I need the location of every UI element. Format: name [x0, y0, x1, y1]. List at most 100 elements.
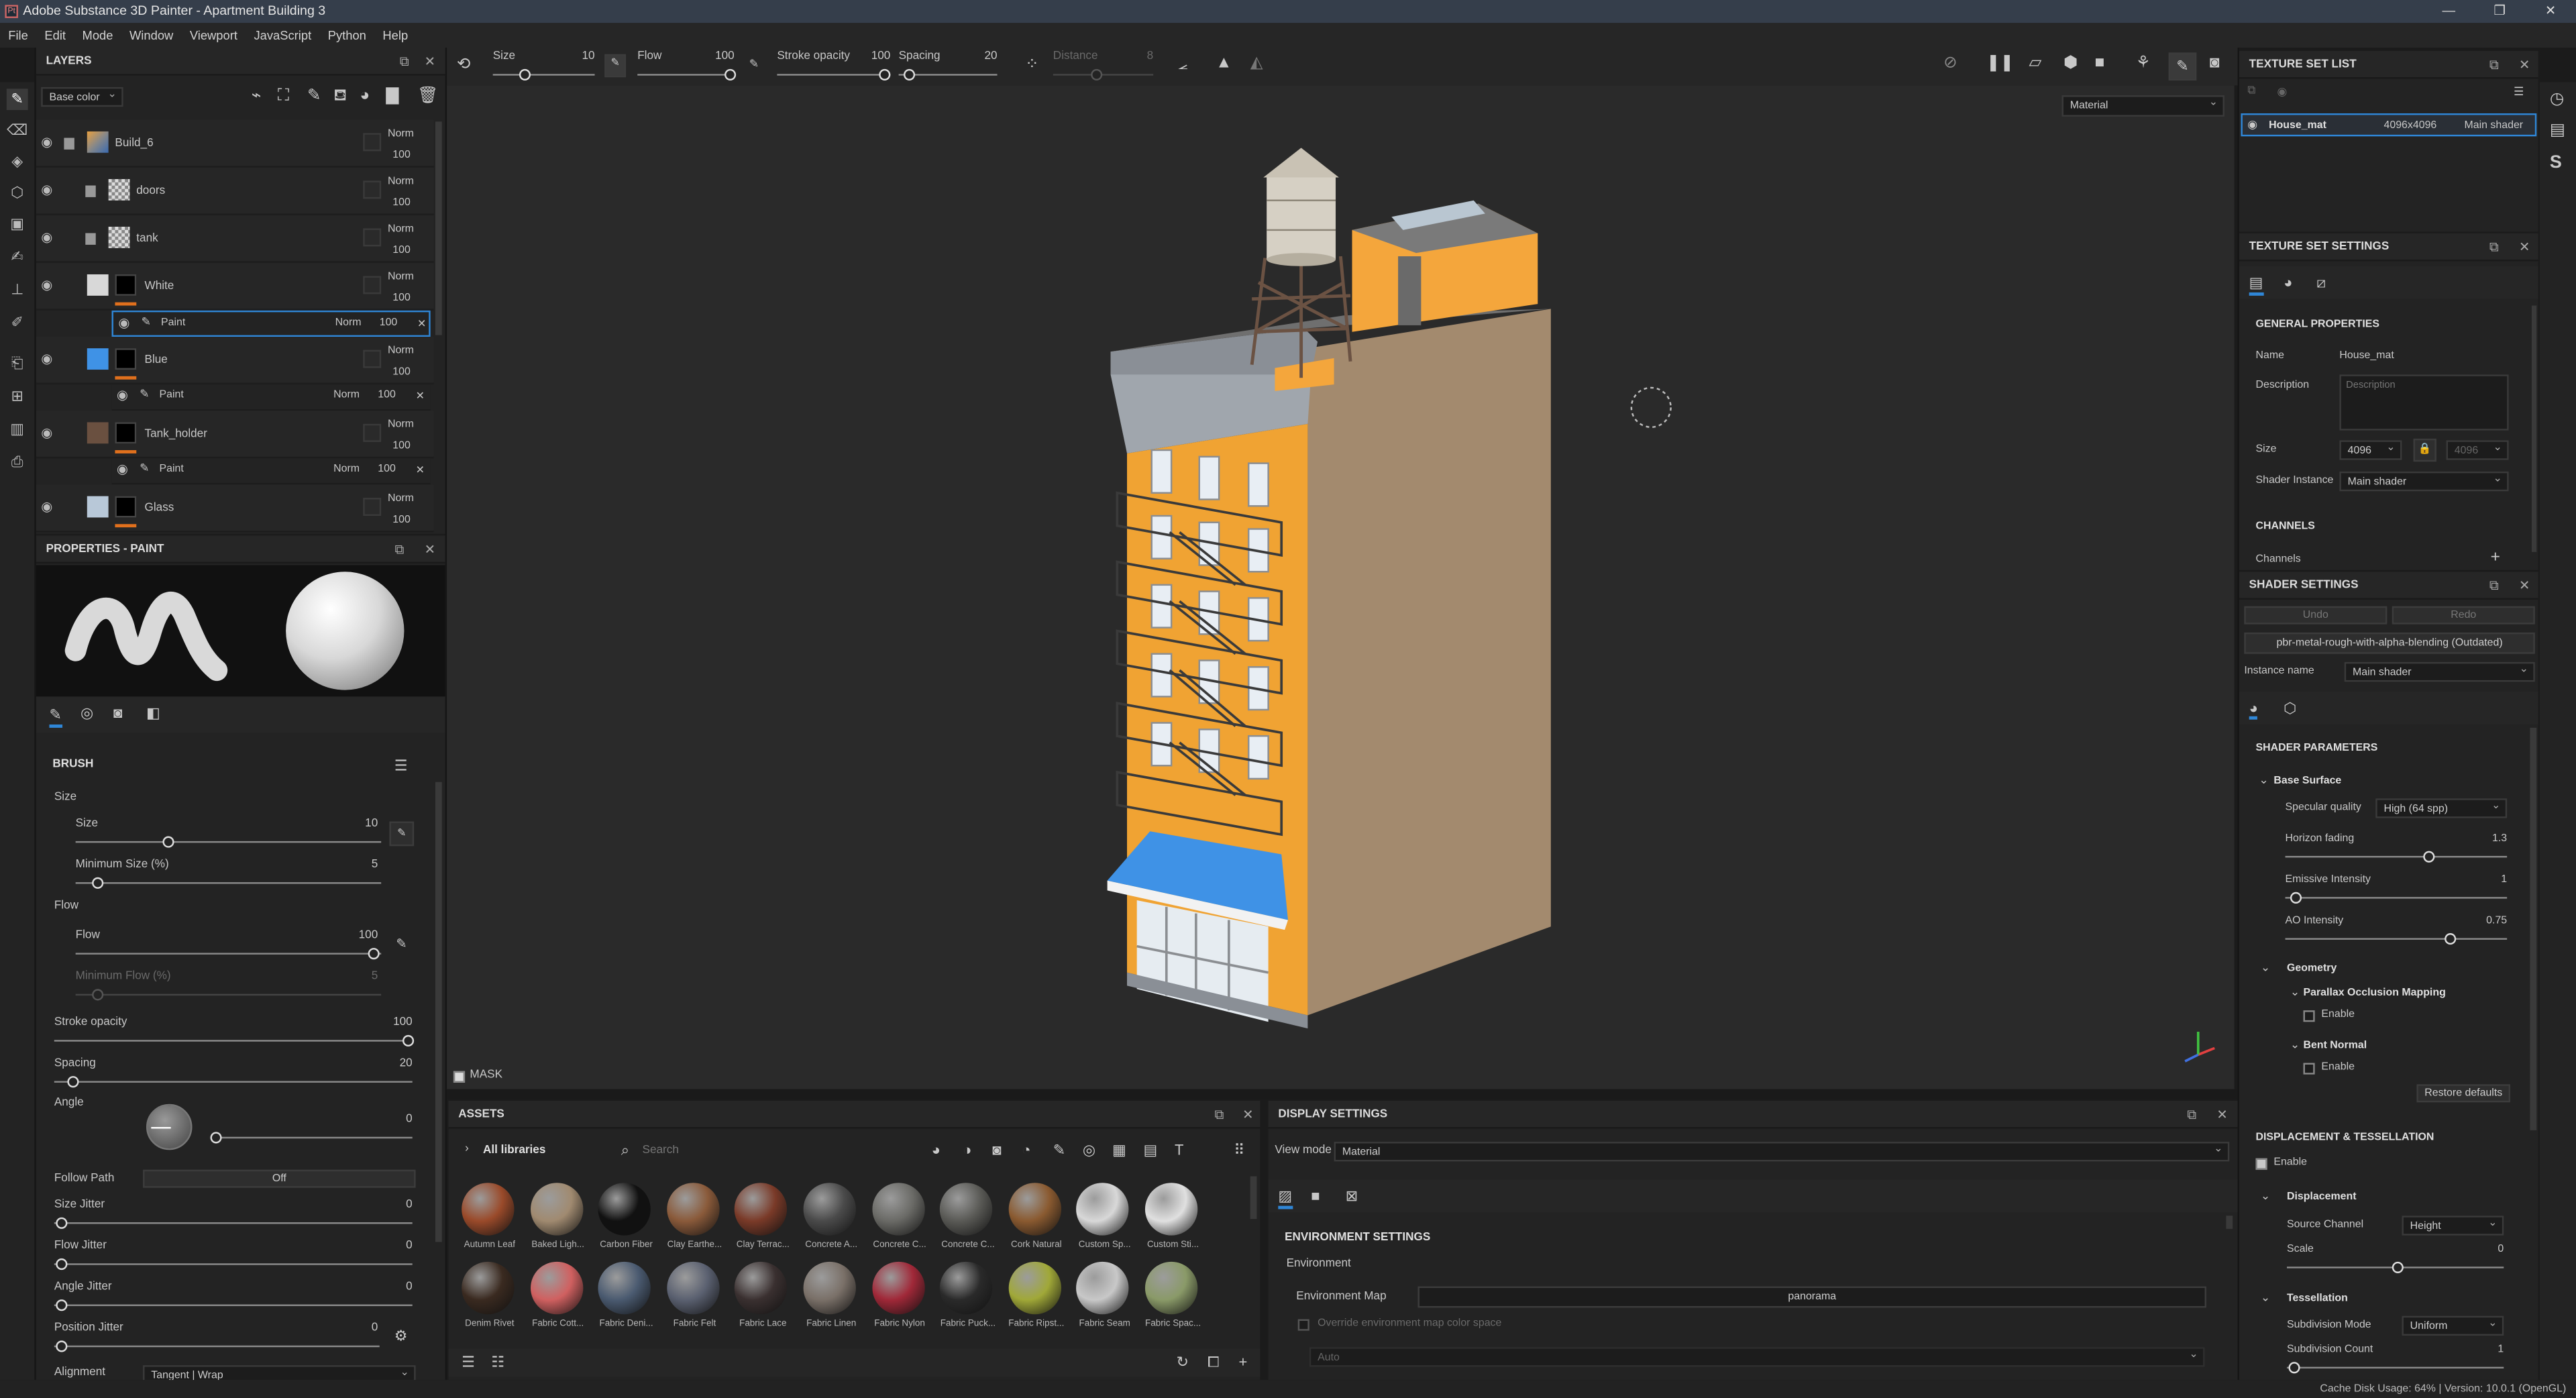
blend-mode[interactable]: Norm: [333, 464, 360, 475]
asset-tile[interactable]: Fabric Nylon: [865, 1258, 934, 1338]
shader-instance-select[interactable]: Main shader: [2339, 470, 2509, 492]
spacing-slider-knob[interactable]: [67, 1076, 79, 1088]
texture-set-item[interactable]: ◉ House_mat 4096x4096 Main shader: [2241, 113, 2537, 137]
chevron-down-icon[interactable]: ⌄: [2261, 1189, 2270, 1203]
effect-opacity[interactable]: 100: [378, 389, 396, 400]
render-icon[interactable]: ⚘: [2136, 54, 2151, 72]
stroke-opacity-slider-knob[interactable]: [402, 1034, 415, 1047]
eye-icon[interactable]: ◉: [41, 425, 52, 440]
blend-mode[interactable]: Norm: [335, 317, 362, 329]
asset-tile[interactable]: Clay Earthe...: [660, 1179, 729, 1258]
undock-icon[interactable]: ⧉: [2187, 1101, 2196, 1129]
projection-icon[interactable]: ◈: [7, 151, 28, 172]
layers-scrollbar[interactable]: [435, 121, 442, 335]
tb-flow-value[interactable]: 100: [702, 51, 735, 62]
color-picker-icon[interactable]: ✐: [7, 312, 28, 333]
building-model[interactable]: [447, 85, 2235, 1089]
layer-row[interactable]: ◉ Blue Norm 100: [36, 337, 434, 385]
tss-scrollbar[interactable]: [2531, 305, 2537, 552]
close-icon[interactable]: ✕: [1242, 1101, 1253, 1129]
tb-size-knob[interactable]: [519, 68, 531, 81]
chevron-down-icon[interactable]: ⌄: [2261, 961, 2270, 974]
add-folder-icon[interactable]: ▇: [386, 87, 399, 105]
menu-javascript[interactable]: JavaScript: [246, 23, 319, 48]
asset-tile[interactable]: Fabric Cott...: [523, 1258, 592, 1338]
angle-jitter-slider[interactable]: [54, 1304, 413, 1306]
lock-icon[interactable]: 🔒: [2413, 438, 2436, 462]
paint-mode-icon[interactable]: ✎: [2168, 52, 2197, 81]
blend-mode[interactable]: Norm: [333, 389, 360, 400]
add-paint-layer-icon[interactable]: ✎: [307, 87, 321, 105]
layer-name[interactable]: Blue: [145, 355, 168, 366]
layer-opacity[interactable]: 100: [392, 292, 411, 304]
asset-tile[interactable]: Denim Rivet: [455, 1258, 523, 1338]
select-shape-icon[interactable]: ▱: [2029, 54, 2042, 72]
environment-map-button[interactable]: panorama: [1417, 1286, 2207, 1308]
geometry-fill-icon[interactable]: ⬡: [7, 182, 28, 204]
filter-brush-icon[interactable]: ✎: [1053, 1142, 1065, 1160]
size-jitter-slider[interactable]: [54, 1222, 413, 1224]
flow-pressure-icon[interactable]: ✎: [396, 936, 407, 951]
asset-tile[interactable]: Concrete A...: [797, 1179, 865, 1258]
layer-row[interactable]: ◉ Glass Norm 100: [36, 484, 434, 533]
emissive-intensity-slider[interactable]: [2285, 897, 2508, 899]
stencil-tab-icon[interactable]: ◙: [113, 705, 122, 721]
layer-name[interactable]: Glass: [145, 502, 174, 514]
eye-icon[interactable]: ◉: [41, 352, 52, 366]
asset-tile[interactable]: Fabric Spac...: [1138, 1258, 1207, 1338]
measure-icon[interactable]: ⊞: [7, 386, 28, 408]
assets-search-input[interactable]: [642, 1140, 914, 1162]
smudge-icon[interactable]: ✍: [7, 246, 28, 268]
paint-brush-icon[interactable]: ✎: [6, 89, 28, 111]
ao-intensity-knob[interactable]: [2445, 933, 2457, 945]
tb-flow-knob[interactable]: [724, 68, 737, 81]
horizon-fading-slider[interactable]: [2285, 855, 2508, 858]
effect-name[interactable]: Paint: [160, 464, 184, 475]
layer-name[interactable]: doors: [136, 186, 165, 197]
scale-knob[interactable]: [2392, 1261, 2404, 1273]
angle-dial[interactable]: [146, 1104, 193, 1150]
displacement-enable-checkbox[interactable]: [2255, 1158, 2267, 1170]
size-slider[interactable]: [75, 841, 382, 843]
hide-icon[interactable]: ⊘: [1943, 54, 1957, 72]
subdivision-count-value[interactable]: 1: [2471, 1344, 2504, 1355]
effect-opacity[interactable]: 100: [380, 317, 398, 329]
min-size-value[interactable]: 5: [345, 859, 378, 871]
tb-spacing-knob[interactable]: [903, 68, 916, 81]
eye-icon[interactable]: ◉: [41, 182, 52, 197]
follow-path-toggle[interactable]: Off: [143, 1169, 416, 1188]
display-scrollbar[interactable]: [2226, 1216, 2233, 1229]
eye-icon[interactable]: ◉: [41, 135, 52, 150]
geometry-group[interactable]: Geometry: [2287, 963, 2337, 974]
assets-scrollbar[interactable]: [1250, 1176, 1257, 1220]
remove-effect-icon[interactable]: ✕: [416, 464, 425, 476]
blend-mode[interactable]: Norm: [388, 345, 414, 356]
brush-tab-icon[interactable]: ✎: [49, 706, 62, 728]
blend-mode[interactable]: Norm: [388, 419, 414, 430]
chevron-down-icon[interactable]: ⌄: [2261, 1291, 2270, 1304]
bent-normal-group[interactable]: Bent Normal: [2303, 1040, 2367, 1051]
layer-name[interactable]: Build_6: [115, 138, 153, 150]
size-jitter-value[interactable]: 0: [380, 1199, 413, 1211]
restore-defaults-button[interactable]: Restore defaults: [2416, 1084, 2511, 1103]
presets-icon[interactable]: ☰: [394, 757, 408, 775]
environment-tab-icon[interactable]: ▨: [1278, 1188, 1293, 1209]
flow-jitter-slider[interactable]: [54, 1263, 413, 1265]
history-icon[interactable]: ◷: [2550, 91, 2564, 109]
camera-orbit-icon[interactable]: ⟲: [457, 56, 471, 74]
tb-stroke-opacity-value[interactable]: 100: [857, 51, 891, 62]
flow-value[interactable]: 100: [345, 930, 378, 941]
general-tab-icon[interactable]: ▤: [2249, 274, 2263, 296]
channel-select[interactable]: Base color: [41, 85, 123, 107]
pom-enable-checkbox[interactable]: [2303, 1010, 2315, 1022]
emissive-intensity-value[interactable]: 1: [2474, 874, 2507, 885]
size-select[interactable]: 4096: [2339, 439, 2402, 460]
position-jitter-value[interactable]: 0: [345, 1322, 378, 1334]
layer-opacity[interactable]: 100: [392, 150, 411, 161]
add-effect-icon[interactable]: ⛶: [278, 87, 289, 105]
asset-tile[interactable]: Fabric Felt: [660, 1258, 729, 1338]
export-icon[interactable]: ⎙: [7, 451, 28, 473]
layer-row[interactable]: ◉ White Norm 100: [36, 262, 434, 311]
eraser-icon[interactable]: ⌫: [7, 120, 28, 142]
tb-stroke-opacity-knob[interactable]: [879, 68, 891, 81]
